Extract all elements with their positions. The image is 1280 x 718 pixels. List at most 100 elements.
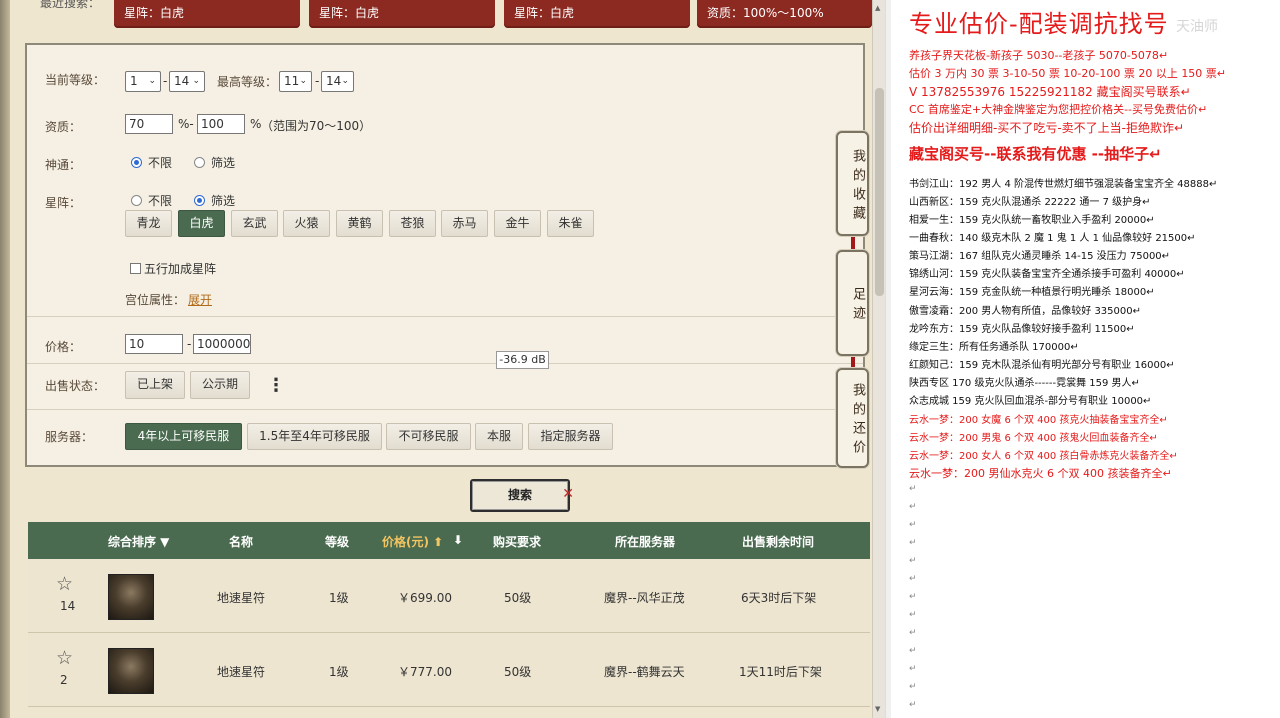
item-thumbnail[interactable]	[108, 648, 154, 694]
chip-xuanwu[interactable]: 玄武	[231, 210, 278, 237]
chevron-down-icon: ⌄	[192, 76, 200, 86]
item-name[interactable]: 地速星符	[217, 589, 265, 606]
max-level-to-select[interactable]: 14 ⌄	[321, 71, 354, 92]
item-requirement: 50级	[504, 591, 532, 605]
paragraph-mark: ↵	[909, 646, 917, 656]
paragraph-mark: ↵	[909, 484, 917, 494]
scrollbar-thumb[interactable]	[875, 88, 884, 296]
item-server: 魔界--风华正茂	[604, 591, 685, 605]
doc-line: 缘定三生：所有任务通杀队 170000↵	[909, 342, 1079, 353]
col-price-sort-asc[interactable]: 价格(元) ⬆	[382, 533, 443, 550]
server-1-5yr-button[interactable]: 1.5年至4年可移民服	[247, 423, 382, 450]
chip-huoyuan[interactable]: 火猿	[283, 210, 330, 237]
server-local-button[interactable]: 本服	[475, 423, 523, 450]
doc-line: 红颜知己：159 克木队混杀仙有明光部分号有职业 16000↵	[909, 360, 1175, 371]
doc-line: 云水一梦：200 男鬼 6 个双 400 孩鬼火回血装备齐全↵	[909, 433, 1158, 444]
watermark-logo: 天油师	[1176, 19, 1218, 35]
doc-line: 陕西专区 170 级克火队通杀------霓裳舞 159 男人↵	[909, 378, 1140, 389]
results-header: 综合排序 ▼ 名称 等级 价格(元) ⬆ ⬇ 购买要求 所在服务器 出售剩余时间	[28, 522, 870, 559]
doc-left-margin	[886, 0, 891, 718]
tab-footprint[interactable]: 足迹	[836, 250, 869, 356]
shentong-label: 神通：	[45, 158, 82, 172]
item-level: 1级	[329, 665, 349, 679]
gongwei-expand-link[interactable]: 展开	[188, 291, 212, 308]
chip-baihu[interactable]: 白虎	[178, 210, 225, 237]
wuxing-checkbox[interactable]: 五行加成星阵	[130, 260, 216, 277]
recent-tag-2[interactable]: 星阵：白虎	[309, 0, 495, 28]
favorite-star-icon[interactable]: ☆	[56, 649, 76, 669]
page-scrollbar[interactable]: ▲ ▼	[872, 0, 885, 718]
paragraph-mark: ↵	[909, 538, 917, 548]
divider	[27, 363, 863, 364]
chip-huanghe[interactable]: 黄鹤	[336, 210, 383, 237]
paragraph-mark: ↵	[909, 628, 917, 638]
shentong-filter-radio[interactable]: 筛选	[194, 154, 235, 171]
status-public-button[interactable]: 公示期	[190, 371, 250, 399]
recent-tag-3[interactable]: 星阵：白虎	[504, 0, 690, 28]
doc-line: 一曲春秋：140 级克木队 2 魔 1 鬼 1 人 1 仙品像较好 21500↵	[909, 233, 1196, 244]
scroll-up-icon: ▲	[875, 4, 881, 12]
server-specify-button[interactable]: 指定服务器	[528, 423, 613, 450]
doc-title: 专业估价-配装调抗找号	[909, 10, 1169, 38]
table-row[interactable]: ☆ 14 地速星符 1级 ￥699.00 50级 魔界--风华正茂 6天3时后下…	[28, 559, 870, 633]
recent-tag-4[interactable]: 资质：100%～100%	[697, 0, 872, 28]
chip-chima[interactable]: 赤马	[441, 210, 488, 237]
document-pane: 专业估价-配装调抗找号 天油师 养孩子界天花板-新孩子 5030--老孩子 50…	[885, 0, 1280, 718]
xingzhen-any-radio[interactable]: 不限	[131, 192, 172, 209]
price-max-input[interactable]: 1000000	[193, 334, 251, 354]
level-to-select[interactable]: 14 ⌄	[169, 71, 205, 92]
paragraph-mark: ↵	[909, 502, 917, 512]
item-server: 魔界--鹤舞云天	[604, 665, 685, 679]
doc-line: 锦绣山河：159 克火队装备宝宝齐全通杀接手可盈利 40000↵	[909, 269, 1185, 280]
gongwei-label: 宫位属性：	[125, 293, 186, 307]
xingzhen-label: 星阵：	[45, 196, 82, 210]
level-label: 当前等级：	[45, 73, 106, 87]
server-nomove-button[interactable]: 不可移民服	[386, 423, 471, 450]
price-min-input[interactable]: 10	[125, 334, 183, 354]
table-row[interactable]: ☆ 2 地速星符 1级 ￥777.00 50级 魔界--鹤舞云天 1天11时后下…	[28, 633, 870, 707]
max-level-label: 最高等级：	[217, 75, 278, 89]
chip-jinniu[interactable]: 金牛	[494, 210, 541, 237]
doc-line: 众志成城 159 克火队回血混杀-部分号有职业 10000↵	[909, 396, 1152, 407]
item-remaining-time: 1天11时后下架	[739, 665, 822, 679]
chevron-down-icon: ⌄	[299, 76, 307, 86]
server-4yr-button[interactable]: 4年以上可移民服	[125, 423, 242, 450]
aptitude-hint: （范围为70～100）	[261, 119, 372, 133]
divider	[27, 409, 863, 410]
volume-tooltip: -36.9 dB	[496, 351, 549, 369]
doc-line: 策马江湖：167 组队克火通灵睡杀 14-15 没压力 75000↵	[909, 251, 1171, 262]
price-sort-desc-icon[interactable]: ⬇	[453, 533, 463, 547]
aptitude-label: 资质：	[45, 120, 82, 134]
price-label: 价格：	[45, 340, 82, 354]
chip-canglang[interactable]: 苍狼	[389, 210, 436, 237]
doc-line: 相爱一生：159 克火队统一畜牧职业入手盈利 20000↵	[909, 215, 1155, 226]
search-button-label: 搜索	[472, 481, 568, 510]
favorite-star-icon[interactable]: ☆	[56, 575, 76, 595]
sort-dropdown[interactable]: 综合排序 ▼	[108, 533, 169, 550]
item-thumbnail[interactable]	[108, 574, 154, 620]
item-name[interactable]: 地速星符	[217, 663, 265, 680]
recent-tag-1[interactable]: 星阵：白虎	[114, 0, 300, 28]
tab-favorites[interactable]: 我的收藏	[836, 131, 869, 236]
doc-line: 估价 3 万内 30 票 3-10-50 票 10-20-100 票 20 以上…	[909, 67, 1227, 80]
level-from-select[interactable]: 1 ⌄	[125, 71, 161, 92]
close-icon: ✕	[562, 486, 574, 502]
xingzhen-filter-radio[interactable]: 筛选	[194, 192, 235, 209]
shentong-any-radio[interactable]: 不限	[131, 154, 172, 171]
paragraph-mark: ↵	[909, 700, 917, 710]
divider	[27, 316, 863, 317]
doc-line: 估价出详细明细-买不了吃亏-卖不了上当-拒绝欺诈↵	[909, 121, 1185, 135]
chip-qinglong[interactable]: 青龙	[125, 210, 172, 237]
chip-zhuque[interactable]: 朱雀	[547, 210, 594, 237]
max-level-from-select[interactable]: 11 ⌄	[279, 71, 312, 92]
doc-line: 云水一梦：200 男仙水克火 6 个双 400 孩装备齐全↵	[909, 467, 1172, 480]
aptitude-unit: %	[250, 117, 262, 131]
aptitude-min-input[interactable]: 70	[125, 114, 173, 134]
tab-my-offers[interactable]: 我的还价	[836, 368, 869, 468]
favorite-count: 2	[60, 673, 68, 687]
doc-line: 傲雪凌霜：200 男人物有所值，品像较好 335000↵	[909, 306, 1141, 317]
aptitude-max-input[interactable]: 100	[197, 114, 245, 134]
status-listed-button[interactable]: 已上架	[125, 371, 185, 399]
search-button[interactable]: 搜索 ✕	[470, 479, 574, 512]
more-options-icon[interactable]: ⋮	[267, 375, 285, 396]
